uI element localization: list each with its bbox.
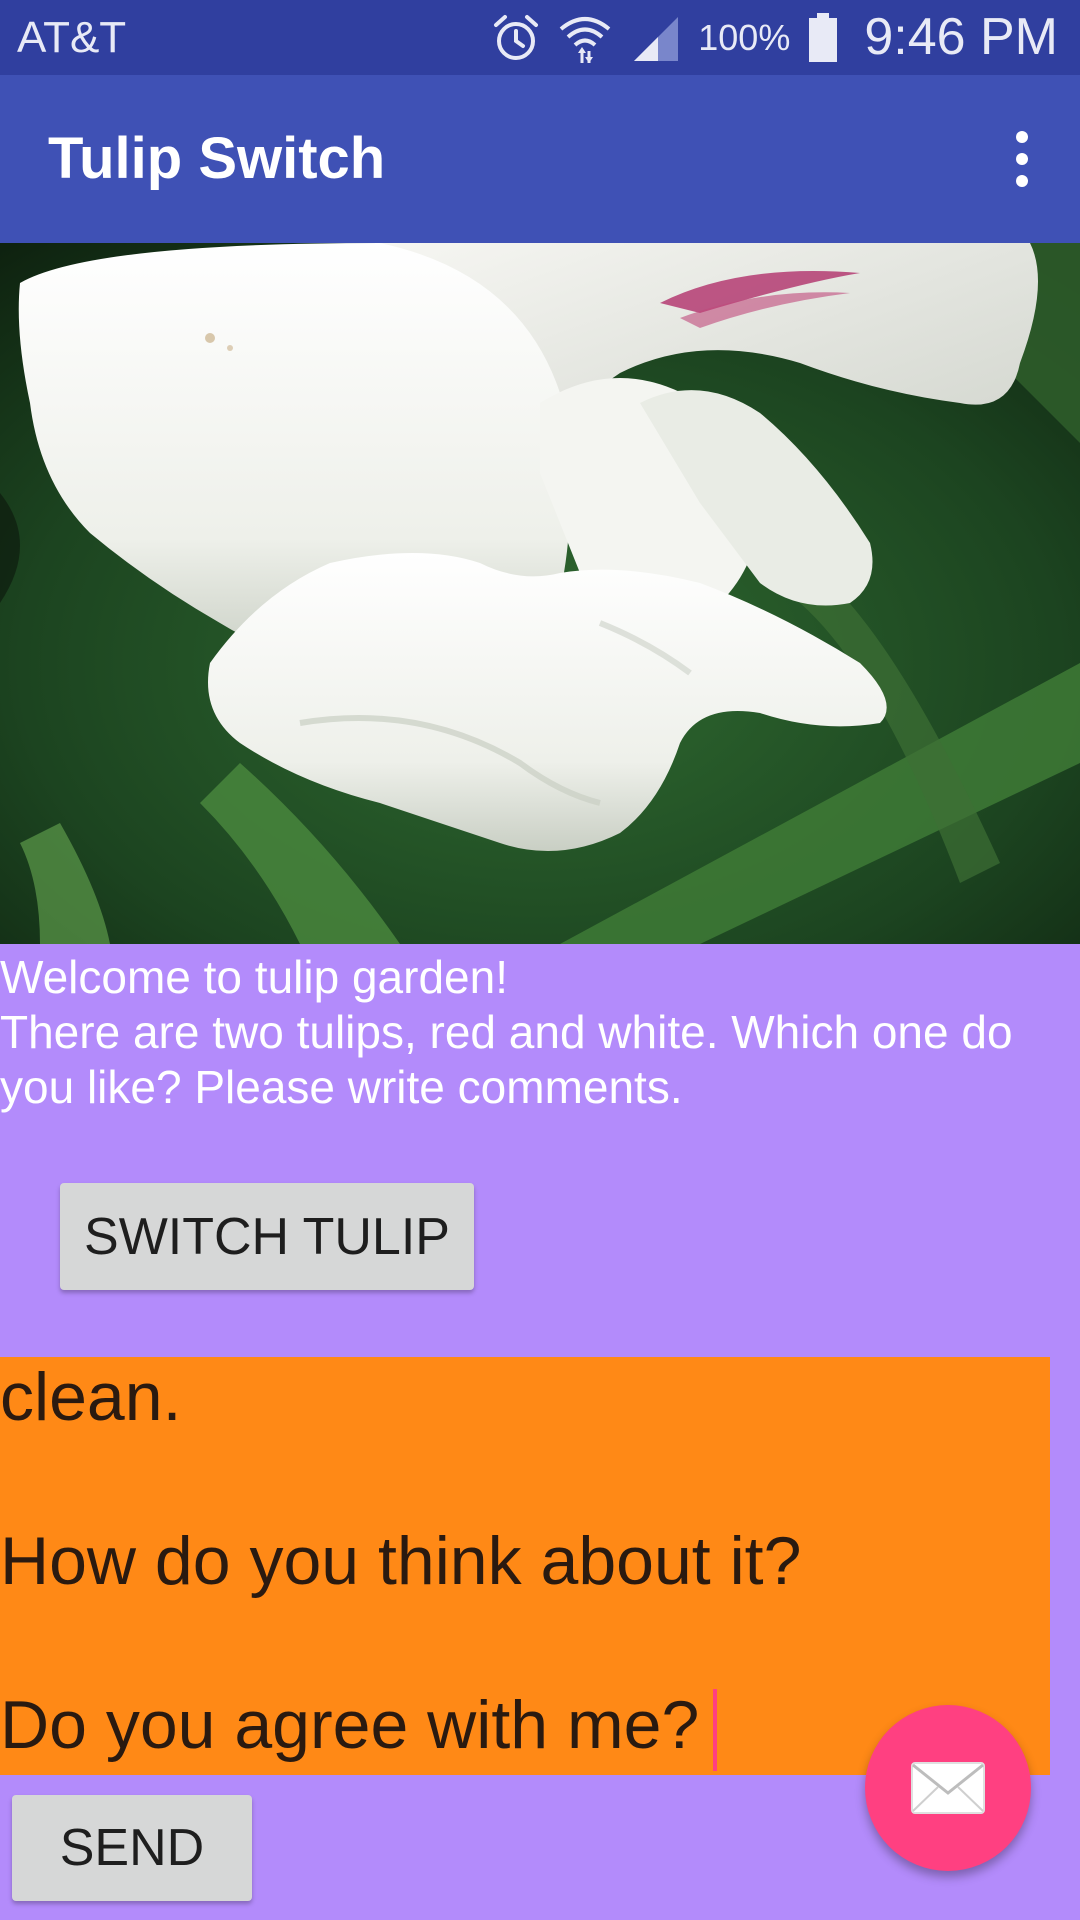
comment-line-last: Do you agree with me? xyxy=(0,1685,718,1772)
switch-tulip-button[interactable]: SWITCH TULIP xyxy=(60,1183,474,1290)
overflow-dot xyxy=(1016,175,1028,187)
more-vert-icon[interactable] xyxy=(996,125,1048,193)
intro-line-1: Welcome to tulip garden! xyxy=(0,951,508,1003)
cell-signal-icon xyxy=(634,16,679,61)
intro-text: Welcome to tulip garden! There are two t… xyxy=(0,950,1080,1115)
app-title: Tulip Switch xyxy=(48,126,386,191)
email-fab-button[interactable] xyxy=(865,1705,1031,1871)
clock: 9:46 PM xyxy=(864,8,1058,66)
wifi-icon xyxy=(559,16,611,63)
tulip-photo xyxy=(0,243,1080,944)
carrier-label: AT&T xyxy=(17,13,127,62)
intro-line-3: you like? Please write comments. xyxy=(0,1061,683,1113)
screen: AT&T 100% 9:46 PM Tulip Switch Welcome t… xyxy=(0,0,1080,1920)
overflow-dot xyxy=(1016,153,1028,165)
battery-percent: 100% xyxy=(698,17,791,58)
email-icon xyxy=(911,1762,985,1814)
intro-line-2: There are two tulips, red and white. Whi… xyxy=(0,1006,1013,1058)
comment-line: How do you think about it? xyxy=(0,1523,802,1599)
status-icons: 100% 9:46 PM xyxy=(492,0,1058,75)
send-button[interactable]: SEND xyxy=(12,1795,252,1901)
app-bar: Tulip Switch xyxy=(0,75,1080,243)
battery-icon xyxy=(809,12,838,62)
overflow-dot xyxy=(1016,131,1028,143)
status-bar: AT&T 100% 9:46 PM xyxy=(0,0,1080,75)
alarm-icon xyxy=(494,14,539,60)
comment-line-text: Do you agree with me? xyxy=(0,1687,700,1763)
comment-line: clean. xyxy=(0,1359,182,1435)
text-cursor xyxy=(713,1689,718,1772)
comment-input[interactable]: clean. How do you think about it? Do you… xyxy=(0,1357,1050,1775)
